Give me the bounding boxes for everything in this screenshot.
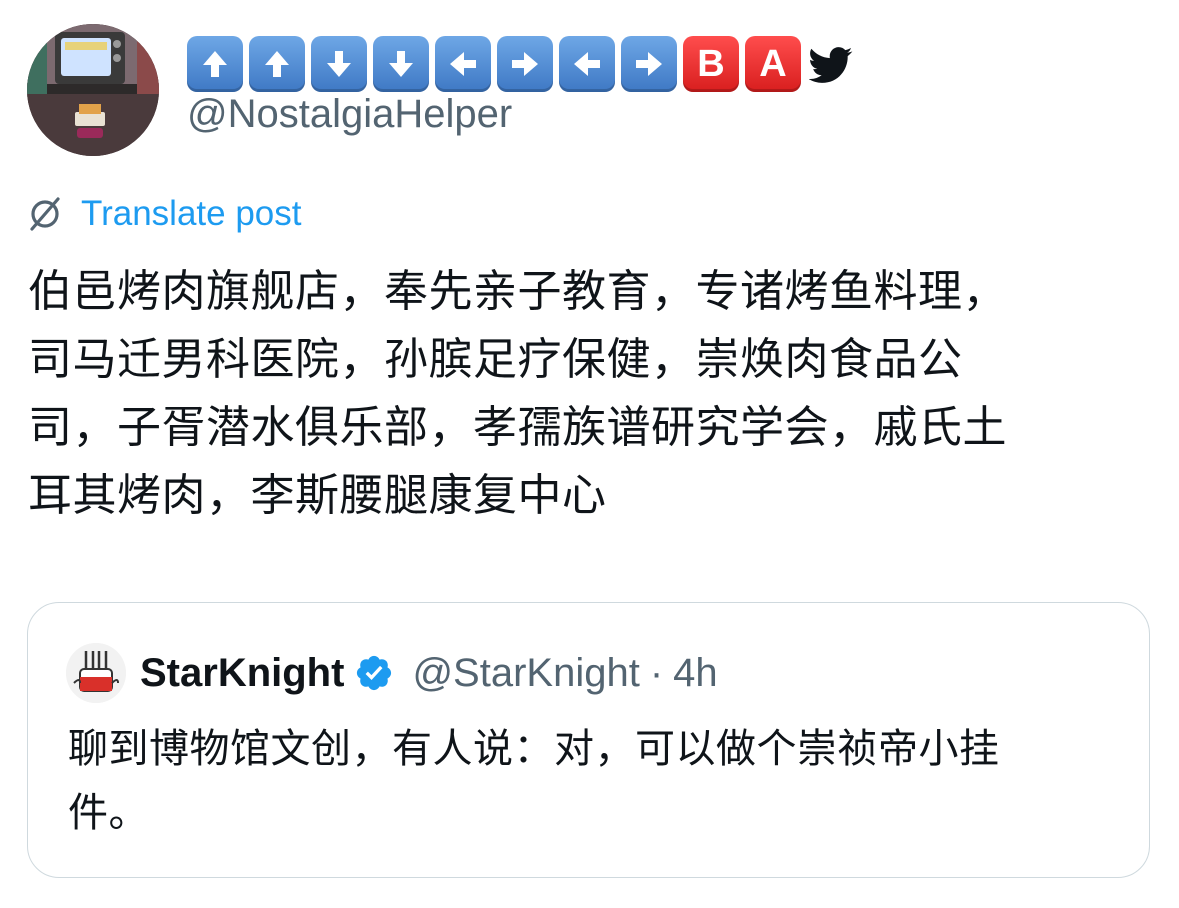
quoted-author-avatar[interactable] — [66, 643, 126, 703]
a-button-key-icon: A — [745, 36, 801, 92]
post-text: 伯邑烤肉旗舰店，奉先亲子教育，专诸烤鱼料理， 司马迁男科医院，孙膑足疗保健，崇焕… — [28, 266, 1007, 521]
arrow-up-key-icon — [249, 36, 305, 92]
avatar-image — [66, 643, 126, 703]
quoted-post-text: 聊到博物馆文创，有人说：对，可以做个崇祯帝小挂 件。 — [68, 726, 1000, 836]
quoted-author-name[interactable]: StarKnight — [140, 651, 344, 696]
quoted-author-handle[interactable]: @StarKnight — [412, 651, 639, 696]
author-display-name[interactable]: B A — [187, 36, 853, 92]
verified-badge-icon — [357, 655, 392, 691]
translate-post-label: Translate post — [81, 194, 302, 233]
quoted-post-card[interactable]: StarKnight @StarKnight · 4h 聊到博物馆文创，有人说：… — [27, 602, 1150, 878]
arrow-down-key-icon — [373, 36, 429, 92]
arrow-left-key-icon — [435, 36, 491, 92]
b-button-key-icon: B — [683, 36, 739, 92]
quoted-post-header: StarKnight @StarKnight · 4h — [140, 643, 718, 703]
author-avatar[interactable] — [27, 24, 159, 156]
arrow-down-key-icon — [311, 36, 367, 92]
author-handle[interactable]: @NostalgiaHelper — [187, 92, 512, 137]
arrow-up-key-icon — [187, 36, 243, 92]
arrow-left-key-icon — [559, 36, 615, 92]
avatar-image — [27, 24, 159, 156]
separator-dot: · — [649, 650, 664, 695]
arrow-right-key-icon — [621, 36, 677, 92]
translate-post-link[interactable]: Translate post — [25, 194, 301, 234]
translate-globe-icon — [30, 197, 60, 231]
twitter-bird-icon — [809, 47, 853, 83]
quoted-post-timestamp[interactable]: 4h — [673, 651, 718, 696]
arrow-right-key-icon — [497, 36, 553, 92]
